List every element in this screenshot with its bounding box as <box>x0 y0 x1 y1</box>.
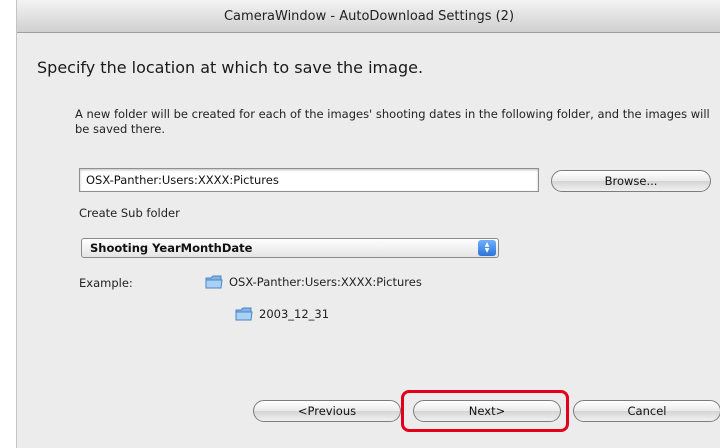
example-path: OSX-Panther:Users:XXXX:Pictures <box>229 275 422 289</box>
save-location-field[interactable] <box>79 168 539 192</box>
example-label: Example: <box>79 276 133 290</box>
window-title: CameraWindow - AutoDownload Settings (2) <box>223 8 515 24</box>
dialog-window: CameraWindow - AutoDownload Settings (2)… <box>16 0 720 448</box>
previous-button[interactable]: <Previous <box>253 400 401 422</box>
up-down-arrows-icon: ▲ ▼ <box>478 240 496 256</box>
subfolder-label: Create Sub folder <box>79 206 180 220</box>
subfolder-select-value: Shooting YearMonthDate <box>90 241 253 255</box>
cancel-button-label: Cancel <box>627 404 667 418</box>
title-bar: CameraWindow - AutoDownload Settings (2) <box>17 0 720 33</box>
folder-icon <box>205 275 223 289</box>
previous-button-label: <Previous <box>297 404 357 418</box>
example-subfolder-row: 2003_12_31 <box>235 306 329 322</box>
description-text: A new folder will be created for each of… <box>75 107 710 136</box>
example-path-row: OSX-Panther:Users:XXXX:Pictures <box>205 274 422 290</box>
browse-button[interactable]: Browse... <box>551 170 711 192</box>
next-button-label: Next> <box>468 404 506 418</box>
subfolder-select[interactable]: Shooting YearMonthDate ▲ ▼ <box>81 238 499 258</box>
example-subfolder: 2003_12_31 <box>259 307 330 321</box>
page-heading: Specify the location at which to save th… <box>37 58 424 77</box>
next-button[interactable]: Next> <box>413 400 561 422</box>
browse-button-label: Browse... <box>604 174 658 188</box>
cancel-button[interactable]: Cancel <box>573 400 720 422</box>
folder-icon <box>235 307 253 321</box>
